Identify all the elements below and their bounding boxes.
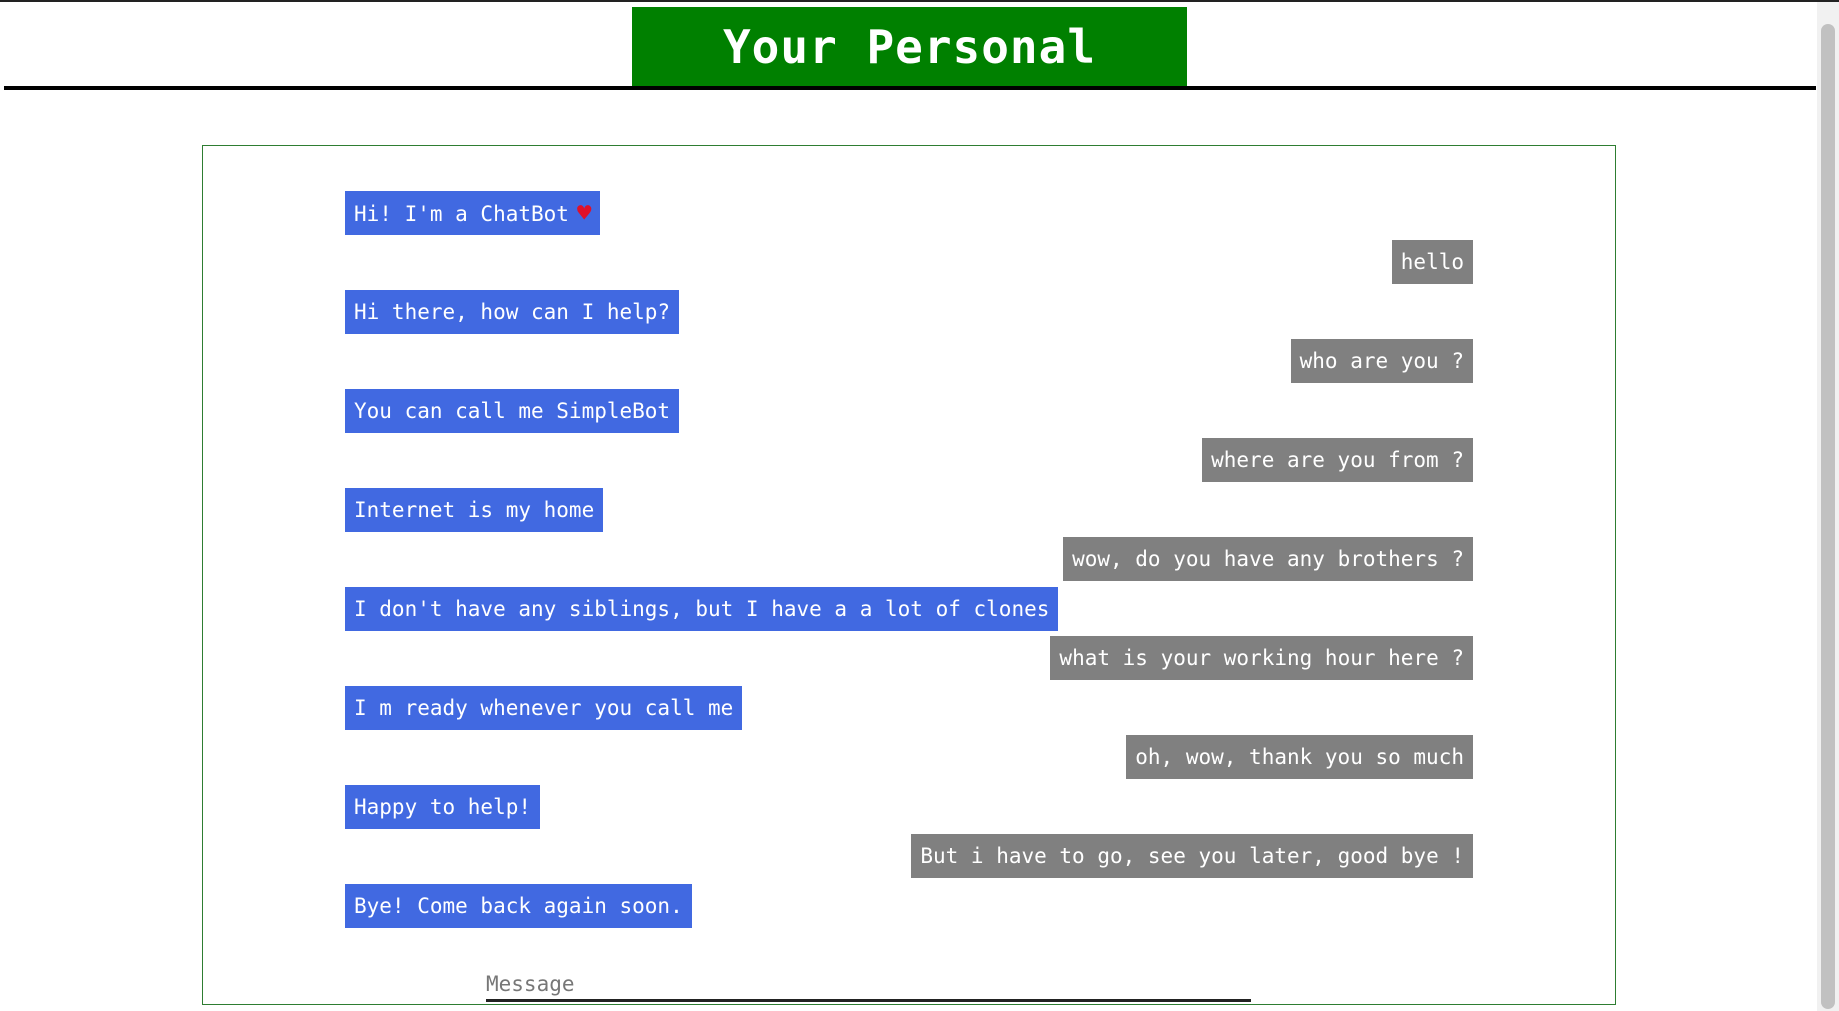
message-text: what is your working hour here ?: [1059, 646, 1464, 670]
message-text: oh, wow, thank you so much: [1135, 745, 1464, 769]
message-text: Bye! Come back again soon.: [354, 894, 683, 918]
bot-message: Hi there, how can I help?: [345, 290, 680, 334]
message-input[interactable]: [486, 968, 1251, 1002]
message-text: I don't have any siblings, but I have a …: [354, 597, 1050, 621]
message-text: wow, do you have any brothers ?: [1072, 547, 1464, 571]
message-text: Hi there, how can I help?: [354, 300, 671, 324]
message-text: But i have to go, see you later, good by…: [920, 844, 1464, 868]
scrollbar-thumb[interactable]: [1821, 24, 1835, 1009]
heart-icon: ♥: [576, 199, 592, 227]
bot-message: Internet is my home: [345, 488, 604, 532]
message-text: who are you ?: [1299, 349, 1464, 373]
bot-message: Happy to help!: [345, 785, 541, 829]
message-text: Happy to help!: [354, 795, 532, 819]
message-text: You can call me SimpleBot: [354, 399, 671, 423]
page-title: Your Personal ChatBot: [632, 7, 1187, 154]
message-text: where are you from ?: [1211, 448, 1464, 472]
vertical-scrollbar[interactable]: [1817, 2, 1839, 1011]
message-text: I m ready whenever you call me: [354, 696, 734, 720]
bot-message: Hi! I'm a ChatBot ♥: [345, 191, 601, 235]
user-message: wow, do you have any brothers ?: [1063, 537, 1473, 581]
page: Your Personal ChatBot Hi! I'm a ChatBot ♥…: [0, 0, 1839, 1011]
message-text: hello: [1400, 250, 1464, 274]
chat-box: Hi! I'm a ChatBot ♥ hello Hi there, how c…: [202, 145, 1616, 1005]
user-message: hello: [1391, 240, 1473, 284]
bot-message: I m ready whenever you call me: [345, 686, 743, 730]
user-message: But i have to go, see you later, good by…: [911, 834, 1473, 878]
user-message: who are you ?: [1290, 339, 1473, 383]
bot-message: I don't have any siblings, but I have a …: [345, 587, 1059, 631]
title-divider: [4, 86, 1816, 90]
user-message: what is your working hour here ?: [1050, 636, 1473, 680]
bot-message: Bye! Come back again soon.: [345, 884, 692, 928]
user-message: oh, wow, thank you so much: [1126, 735, 1473, 779]
user-message: where are you from ?: [1202, 438, 1473, 482]
message-text: Hi! I'm a ChatBot: [354, 202, 569, 226]
message-text: Internet is my home: [354, 498, 595, 522]
bot-message: You can call me SimpleBot: [345, 389, 680, 433]
